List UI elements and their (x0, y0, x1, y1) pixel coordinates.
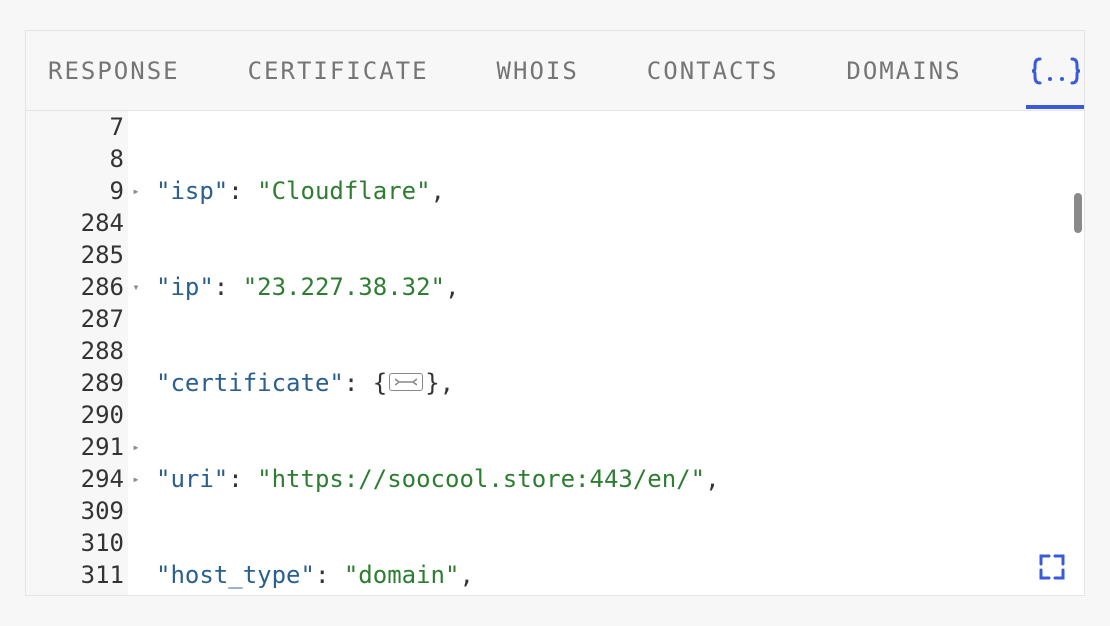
line-number: 9 (110, 175, 124, 207)
tab-raw-json[interactable] (1026, 33, 1085, 109)
code-line: "uri": "https://soocool.store:443/en/", (156, 463, 1084, 495)
expand-icon (1038, 553, 1066, 581)
fold-toggle-collapsed[interactable]: ▸ (128, 175, 144, 207)
code-content: "isp": "Cloudflare", "ip": "23.227.38.32… (128, 111, 1084, 595)
line-number: 309 (81, 495, 124, 527)
line-number: 288 (81, 335, 124, 367)
line-number: 8 (110, 143, 124, 175)
line-number-gutter: 7 8 9▸ 284 285 286▾ 287 288 289 290 291▸… (26, 111, 128, 595)
fold-toggle-collapsed[interactable]: ▸ (128, 463, 144, 495)
line-number: 289 (81, 367, 124, 399)
line-number: 285 (81, 239, 124, 271)
fold-expand-button[interactable] (389, 373, 423, 391)
line-number: 311 (81, 559, 124, 591)
fold-toggle-collapsed[interactable]: ▸ (128, 431, 144, 463)
fullscreen-button[interactable] (1038, 553, 1066, 581)
code-line: "host_type": "domain", (156, 559, 1084, 591)
tab-contacts[interactable]: CONTACTS (643, 33, 783, 109)
tab-bar: RESPONSE CERTIFICATE WHOIS CONTACTS DOMA… (26, 31, 1084, 111)
json-viewer-panel: RESPONSE CERTIFICATE WHOIS CONTACTS DOMA… (25, 30, 1085, 596)
line-number: 284 (81, 207, 124, 239)
braces-icon (1030, 57, 1082, 85)
code-line: "certificate": {}, (156, 367, 1084, 399)
tab-response[interactable]: RESPONSE (44, 33, 184, 109)
line-number: 286 (81, 271, 124, 303)
scrollbar-thumb[interactable] (1074, 193, 1082, 233)
code-editor[interactable]: 7 8 9▸ 284 285 286▾ 287 288 289 290 291▸… (26, 111, 1084, 595)
tab-certificate[interactable]: CERTIFICATE (244, 33, 433, 109)
tab-domains[interactable]: DOMAINS (842, 33, 965, 109)
line-number: 290 (81, 399, 124, 431)
line-number: 294 (81, 463, 124, 495)
line-number: 291 (81, 431, 124, 463)
code-line: "isp": "Cloudflare", (156, 175, 1084, 207)
line-number: 7 (110, 111, 124, 143)
fold-toggle-expanded[interactable]: ▾ (128, 271, 144, 303)
code-line: "ip": "23.227.38.32", (156, 271, 1084, 303)
line-number: 287 (81, 303, 124, 335)
line-number: 310 (81, 527, 124, 559)
tab-whois[interactable]: WHOIS (493, 33, 583, 109)
